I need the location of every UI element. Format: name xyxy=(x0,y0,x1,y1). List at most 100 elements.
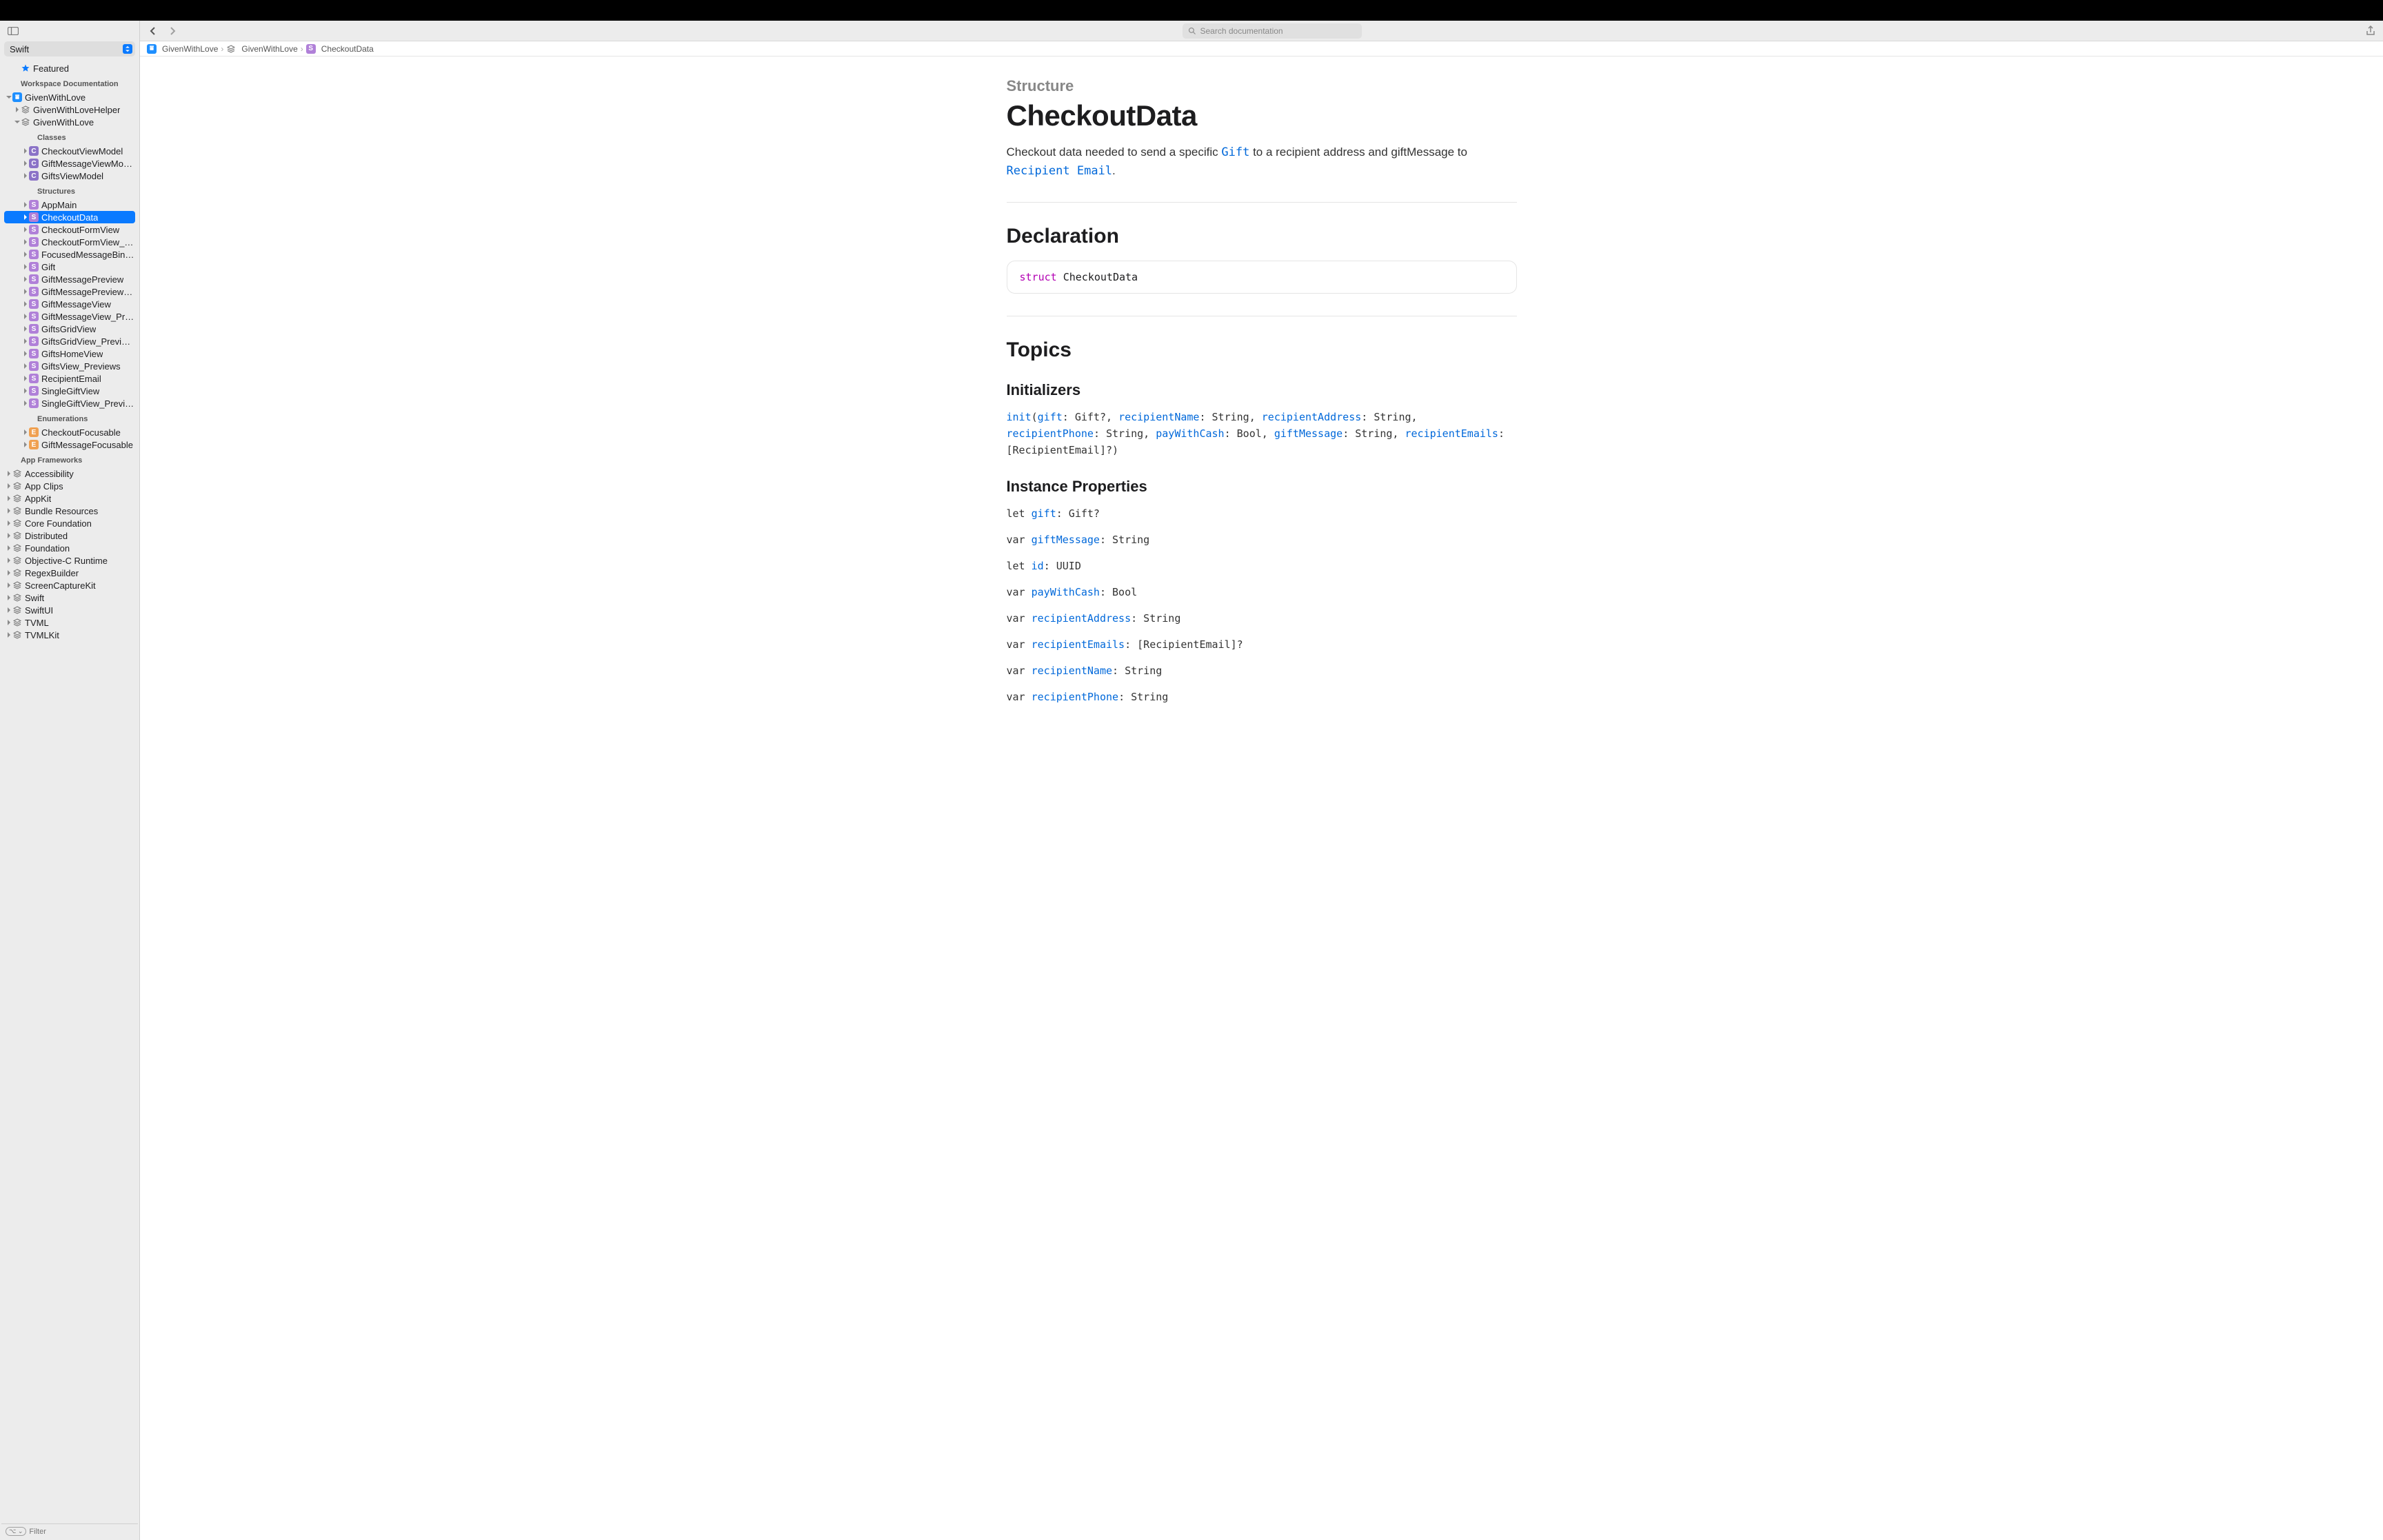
sidebar-featured[interactable]: Featured xyxy=(0,62,139,74)
property-name-link[interactable]: recipientAddress xyxy=(1032,612,1132,625)
signature-param-link[interactable]: recipientName xyxy=(1118,411,1199,423)
framework-icon xyxy=(12,593,22,602)
property-row[interactable]: var payWithCash: Bool xyxy=(1007,584,1517,600)
sidebar-struct[interactable]: SGiftsHomeView xyxy=(0,347,139,360)
sidebar-struct[interactable]: SRecipientEmail xyxy=(0,372,139,385)
sidebar-framework[interactable]: TVML xyxy=(0,616,139,629)
framework-icon xyxy=(12,543,22,553)
sidebar-module-main[interactable]: GivenWithLove xyxy=(0,116,139,128)
sidebar-struct[interactable]: SCheckoutData xyxy=(4,211,135,223)
share-button[interactable] xyxy=(2365,26,2376,37)
property-name-link[interactable]: gift xyxy=(1032,507,1056,520)
property-name-link[interactable]: giftMessage xyxy=(1032,534,1100,546)
sidebar-enum[interactable]: ECheckoutFocusable xyxy=(0,426,139,438)
sidebar-struct[interactable]: SGift xyxy=(0,261,139,273)
sidebar-framework[interactable]: Accessibility xyxy=(0,467,139,480)
doc-content[interactable]: Structure CheckoutData Checkout data nee… xyxy=(140,57,2383,1540)
sidebar-struct[interactable]: SGiftMessageView xyxy=(0,298,139,310)
framework-icon xyxy=(12,481,22,491)
back-button[interactable] xyxy=(147,25,159,37)
signature-param-link[interactable]: gift xyxy=(1038,411,1063,423)
sidebar-group-enums: Enumerations xyxy=(0,409,139,426)
framework-icon xyxy=(12,506,22,516)
property-row[interactable]: var recipientName: String xyxy=(1007,662,1517,679)
property-row[interactable]: var recipientEmails: [RecipientEmail]? xyxy=(1007,636,1517,653)
framework-icon xyxy=(12,518,22,528)
property-keyword: let xyxy=(1007,560,1032,572)
filter-input[interactable] xyxy=(29,1528,134,1536)
search-field[interactable]: Search documentation xyxy=(1183,23,1362,39)
sidebar-enum[interactable]: EGiftMessageFocusable xyxy=(0,438,139,451)
property-name-link[interactable]: recipientPhone xyxy=(1032,691,1118,703)
sidebar-group-classes: Classes xyxy=(0,128,139,145)
sidebar-struct[interactable]: SGiftsGridView xyxy=(0,323,139,335)
signature-param-link[interactable]: recipientAddress xyxy=(1262,411,1362,423)
sidebar-struct[interactable]: SGiftMessagePreview xyxy=(0,273,139,285)
sidebar-struct[interactable]: SCheckoutFormView xyxy=(0,223,139,236)
signature-text: : String, xyxy=(1199,411,1261,423)
sidebar-struct[interactable]: SFocusedMessageBinding xyxy=(0,248,139,261)
property-name-link[interactable]: recipientName xyxy=(1032,665,1112,677)
sidebar-struct[interactable]: SGiftsGridView_Previews xyxy=(0,335,139,347)
sidebar-framework[interactable]: ScreenCaptureKit xyxy=(0,579,139,591)
property-row[interactable]: var giftMessage: String xyxy=(1007,531,1517,548)
sidebar-framework[interactable]: App Clips xyxy=(0,480,139,492)
property-row[interactable]: var recipientAddress: String xyxy=(1007,610,1517,627)
property-type: : UUID xyxy=(1044,560,1081,572)
signature-param-link[interactable]: giftMessage xyxy=(1274,427,1343,440)
toggle-sidebar-button[interactable] xyxy=(7,26,19,36)
framework-icon xyxy=(12,605,22,615)
star-icon xyxy=(21,63,30,73)
sidebar-framework[interactable]: Swift xyxy=(0,591,139,604)
abstract-link-gift[interactable]: Gift xyxy=(1221,145,1249,159)
signature-text: : String, xyxy=(1094,427,1156,440)
sidebar-framework[interactable]: TVMLKit xyxy=(0,629,139,641)
sidebar-framework[interactable]: Core Foundation xyxy=(0,517,139,529)
sidebar-struct[interactable]: SGiftsView_Previews xyxy=(0,360,139,372)
sidebar-project[interactable]: ⩸GivenWithLove xyxy=(0,91,139,103)
sidebar-framework[interactable]: SwiftUI xyxy=(0,604,139,616)
forward-button[interactable] xyxy=(166,25,179,37)
signature-param-link[interactable]: payWithCash xyxy=(1156,427,1224,440)
navigator-tree[interactable]: FeaturedWorkspace Documentation⩸GivenWit… xyxy=(0,59,139,1523)
property-row[interactable]: let id: UUID xyxy=(1007,558,1517,574)
property-row[interactable]: let gift: Gift? xyxy=(1007,505,1517,522)
framework-icon xyxy=(12,494,22,503)
symbol-kind: Structure xyxy=(1007,77,1517,95)
sidebar-class[interactable]: CGiftsViewModel xyxy=(0,170,139,182)
filter-scope-badge[interactable]: ⌥ ⌄ xyxy=(6,1527,26,1536)
property-name-link[interactable]: payWithCash xyxy=(1032,586,1100,598)
signature-param-link[interactable]: recipientPhone xyxy=(1007,427,1094,440)
sidebar-framework[interactable]: Objective-C Runtime xyxy=(0,554,139,567)
sidebar-module-helper[interactable]: GivenWithLoveHelper xyxy=(0,103,139,116)
module-icon xyxy=(21,105,30,114)
breadcrumb-item[interactable]: ⩸GivenWithLove xyxy=(147,44,218,54)
abstract-link-recipientemail[interactable]: Recipient Email xyxy=(1007,164,1113,178)
sidebar-class[interactable]: CGiftMessageViewModel xyxy=(0,157,139,170)
sidebar-struct[interactable]: SGiftMessageView_Previe... xyxy=(0,310,139,323)
property-row[interactable]: var recipientPhone: String xyxy=(1007,689,1517,705)
sidebar-struct[interactable]: SCheckoutFormView_Pre... xyxy=(0,236,139,248)
breadcrumb-item[interactable]: SCheckoutData xyxy=(306,44,374,54)
sidebar-struct[interactable]: SSingleGiftView_Previews xyxy=(0,397,139,409)
sidebar-framework[interactable]: Distributed xyxy=(0,529,139,542)
signature-param-link[interactable]: init xyxy=(1007,411,1032,423)
language-picker[interactable]: Swift xyxy=(4,41,135,57)
signature-param-link[interactable]: recipientEmails xyxy=(1405,427,1498,440)
breadcrumb-item[interactable]: GivenWithLove xyxy=(226,44,297,54)
property-keyword: let xyxy=(1007,507,1032,520)
sidebar-framework[interactable]: Bundle Resources xyxy=(0,505,139,517)
sidebar-framework[interactable]: AppKit xyxy=(0,492,139,505)
sidebar-struct[interactable]: SAppMain xyxy=(0,199,139,211)
property-name-link[interactable]: recipientEmails xyxy=(1032,638,1125,651)
sidebar-class[interactable]: CCheckoutViewModel xyxy=(0,145,139,157)
language-picker-label: Swift xyxy=(10,44,29,54)
sidebar-framework[interactable]: RegexBuilder xyxy=(0,567,139,579)
property-type: : String xyxy=(1112,665,1162,677)
sidebar-struct[interactable]: SGiftMessagePreview_Pre... xyxy=(0,285,139,298)
framework-icon xyxy=(12,556,22,565)
initializer-signature[interactable]: init(gift: Gift?, recipientName: String,… xyxy=(1007,409,1517,458)
sidebar-framework[interactable]: Foundation xyxy=(0,542,139,554)
property-name-link[interactable]: id xyxy=(1032,560,1044,572)
sidebar-struct[interactable]: SSingleGiftView xyxy=(0,385,139,397)
